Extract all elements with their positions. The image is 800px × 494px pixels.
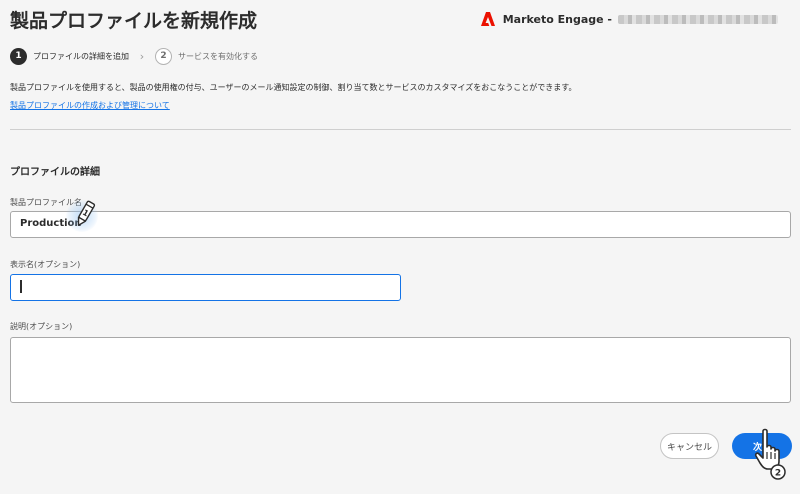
page-title: 製品プロファイルを新規作成 xyxy=(10,10,258,32)
step-2-label: サービスを有効化する xyxy=(178,51,258,61)
marker-2-number: 2 xyxy=(775,469,781,479)
step-1-number: 1 xyxy=(10,47,27,65)
help-link[interactable]: 製品プロファイルの作成および管理について xyxy=(10,100,170,111)
pencil-icon: 1 xyxy=(77,200,96,226)
description-textarea[interactable] xyxy=(10,337,791,403)
org-name-redacted xyxy=(618,14,778,24)
divider xyxy=(10,129,791,130)
brand-header: Marketo Engage - xyxy=(480,10,778,28)
step-2-number: 2 xyxy=(155,47,172,65)
step-1-label: プロファイルの詳細を追加 xyxy=(33,51,129,61)
brand-name: Marketo Engage - xyxy=(502,12,612,26)
create-product-profile-page: 製品プロファイルを新規作成 Marketo Engage - 1 プロファイルの… xyxy=(0,0,800,494)
annotation-marker-1: 1 xyxy=(66,200,98,232)
adobe-logo-icon xyxy=(480,12,495,26)
intro-text: 製品プロファイルを使用すると、製品の使用権の付与、ユーザーのメール通知設定の制御… xyxy=(10,83,577,92)
description-label: 説明(オプション) xyxy=(10,322,73,331)
section-heading: プロファイルの詳細 xyxy=(10,167,100,178)
cancel-button[interactable]: キャンセル xyxy=(660,433,719,459)
profile-name-input[interactable]: Production xyxy=(10,211,791,238)
text-caret xyxy=(20,280,22,293)
display-name-label: 表示名(オプション) xyxy=(10,260,81,269)
display-name-input[interactable] xyxy=(10,274,401,301)
stepper: 1 プロファイルの詳細を追加 › 2 サービスを有効化する xyxy=(10,47,258,65)
pointer-hand-icon: 2 xyxy=(754,428,786,480)
chevron-right-icon: › xyxy=(139,49,145,63)
